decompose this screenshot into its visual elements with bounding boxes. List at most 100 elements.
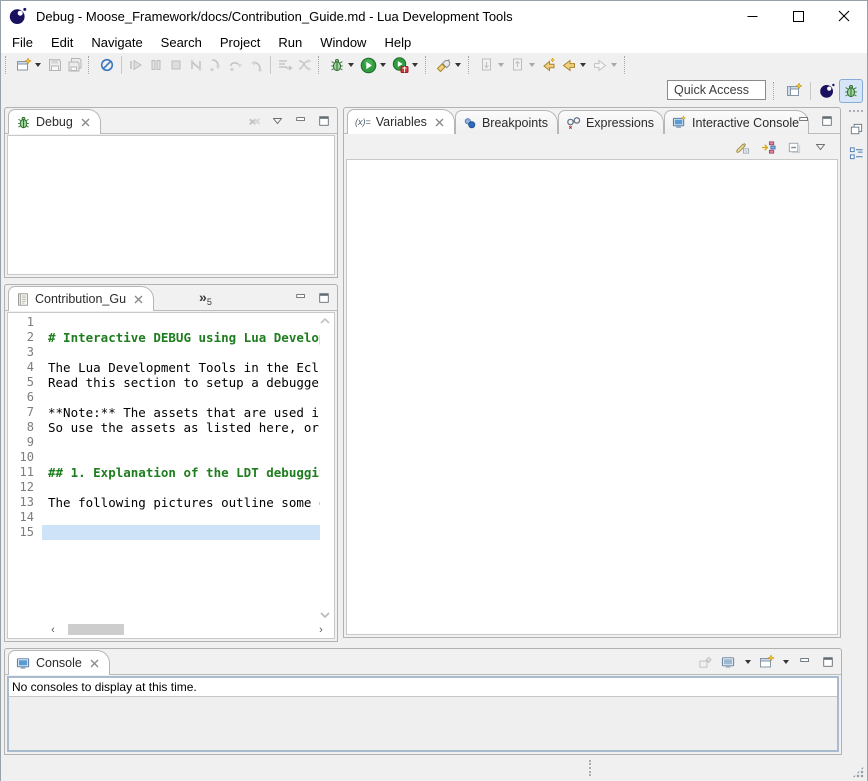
toolbar-drag-handle[interactable]	[5, 56, 11, 74]
editor-line[interactable]	[42, 450, 320, 465]
line-number[interactable]: 10	[8, 450, 42, 465]
editor-line[interactable]: ## 1. Explanation of the LDT debuggin	[42, 465, 320, 480]
toolbar-drag-handle[interactable]	[425, 56, 431, 74]
search-button[interactable]	[434, 54, 465, 76]
tab-variables[interactable]: (x)= Variables	[347, 109, 455, 134]
tab-debug[interactable]: Debug	[8, 109, 101, 134]
pin-console-button[interactable]	[696, 653, 715, 671]
close-tab-icon[interactable]	[434, 117, 445, 128]
remove-all-terminated-button[interactable]	[245, 112, 264, 130]
scroll-down-icon[interactable]	[319, 610, 331, 620]
line-number[interactable]: 8	[8, 420, 42, 435]
tab-interactive-console[interactable]: Interactive Console	[664, 110, 809, 134]
forward-dropdown[interactable]	[611, 63, 617, 67]
last-edit-location-button[interactable]	[539, 54, 559, 76]
menu-item-edit[interactable]: Edit	[42, 33, 82, 52]
window-resize-grip[interactable]	[852, 766, 864, 778]
scroll-right-icon[interactable]: ›	[314, 623, 328, 636]
lua-perspective-button[interactable]	[815, 79, 839, 103]
window-maximize-button[interactable]	[775, 1, 821, 31]
line-number[interactable]: 9	[8, 435, 42, 450]
maximize-view-button[interactable]	[818, 653, 837, 671]
collapse-all-button[interactable]	[785, 138, 804, 156]
line-number-ruler[interactable]: 123456789101112131415	[8, 315, 42, 622]
line-number[interactable]: 3	[8, 345, 42, 360]
line-number[interactable]: 4	[8, 360, 42, 375]
trim-drag-handle[interactable]	[589, 760, 593, 776]
maximize-view-button[interactable]	[817, 112, 836, 130]
hidden-editors-chooser[interactable]: » 5	[199, 291, 212, 307]
editor-line[interactable]: So use the assets as listed here, or	[42, 420, 320, 435]
step-return-button[interactable]	[246, 54, 266, 76]
next-annotation-button[interactable]	[477, 54, 508, 76]
menu-item-project[interactable]: Project	[211, 33, 269, 52]
horizontal-scrollbar[interactable]: ‹ ›	[46, 623, 328, 636]
open-perspective-button[interactable]	[782, 79, 806, 103]
code-area[interactable]: # Interactive DEBUG using Lua Develop The…	[42, 315, 320, 622]
editor-line[interactable]: The following pictures outline some o	[42, 495, 320, 510]
editor-line[interactable]	[42, 345, 320, 360]
line-number[interactable]: 2	[8, 330, 42, 345]
show-logical-structure-button[interactable]	[759, 138, 778, 156]
menu-item-search[interactable]: Search	[152, 33, 211, 52]
minimize-view-button[interactable]	[291, 289, 310, 307]
terminate-button[interactable]	[166, 54, 186, 76]
toolbar-drag-handle[interactable]	[88, 56, 94, 74]
view-menu-button[interactable]	[268, 112, 287, 130]
editor-line[interactable]	[42, 435, 320, 450]
menu-item-window[interactable]: Window	[311, 33, 375, 52]
close-tab-icon[interactable]	[89, 658, 100, 669]
editor-line[interactable]: # Interactive DEBUG using Lua Develop	[42, 330, 320, 345]
next-annotation-dropdown[interactable]	[498, 63, 504, 67]
quick-access-input[interactable]: Quick Access	[667, 80, 766, 100]
minimize-view-button[interactable]	[291, 112, 310, 130]
step-into-button[interactable]	[206, 54, 226, 76]
display-selected-console-button[interactable]	[719, 653, 738, 671]
show-type-names-button[interactable]	[733, 138, 752, 156]
debug-perspective-button[interactable]	[839, 79, 863, 103]
line-number[interactable]: 6	[8, 390, 42, 405]
open-console-button[interactable]	[757, 653, 776, 671]
debug-dropdown[interactable]	[348, 63, 354, 67]
menu-item-run[interactable]: Run	[269, 33, 311, 52]
editor-line[interactable]	[42, 390, 320, 405]
editor-content[interactable]: 123456789101112131415 # Interactive DEBU…	[7, 312, 335, 639]
title-bar[interactable]: Debug - Moose_Framework/docs/Contributio…	[1, 1, 867, 31]
minimize-view-button[interactable]	[794, 112, 813, 130]
menu-item-help[interactable]: Help	[375, 33, 420, 52]
show-execution-flow-button[interactable]	[295, 54, 315, 76]
scroll-up-icon[interactable]	[319, 316, 331, 326]
line-number[interactable]: 14	[8, 510, 42, 525]
maximize-view-button[interactable]	[314, 289, 333, 307]
menu-item-file[interactable]: File	[3, 33, 42, 52]
console-content[interactable]: No consoles to display at this time.	[7, 676, 839, 752]
external-tools-dropdown[interactable]	[412, 63, 418, 67]
variables-view-content[interactable]	[346, 159, 838, 635]
debug-view-content[interactable]	[7, 135, 335, 275]
restore-view-button[interactable]	[847, 120, 865, 138]
line-number[interactable]: 11	[8, 465, 42, 480]
toolbar-drag-handle[interactable]	[624, 56, 630, 74]
back-dropdown[interactable]	[580, 63, 586, 67]
new-wizard-button[interactable]	[14, 54, 45, 76]
step-over-button[interactable]	[226, 54, 246, 76]
window-minimize-button[interactable]	[729, 1, 775, 31]
scroll-left-icon[interactable]: ‹	[46, 623, 60, 636]
run-dropdown[interactable]	[380, 63, 386, 67]
save-all-button[interactable]	[65, 54, 85, 76]
editor-line[interactable]: **Note:** The assets that are used in	[42, 405, 320, 420]
editor-line[interactable]	[42, 480, 320, 495]
tab-contribution-guide[interactable]: Contribution_Gu	[8, 286, 154, 311]
maximize-view-button[interactable]	[314, 112, 333, 130]
window-close-button[interactable]	[821, 1, 867, 31]
disconnect-button[interactable]	[186, 54, 206, 76]
debug-button[interactable]	[327, 54, 358, 76]
line-number[interactable]: 7	[8, 405, 42, 420]
skip-all-breakpoints-button[interactable]	[97, 54, 117, 76]
close-tab-icon[interactable]	[133, 294, 144, 305]
search-dropdown[interactable]	[455, 63, 461, 67]
editor-line[interactable]	[42, 510, 320, 525]
editor-line[interactable]: The Lua Development Tools in the Ecli	[42, 360, 320, 375]
suspend-button[interactable]	[146, 54, 166, 76]
new-wizard-dropdown[interactable]	[35, 63, 41, 67]
